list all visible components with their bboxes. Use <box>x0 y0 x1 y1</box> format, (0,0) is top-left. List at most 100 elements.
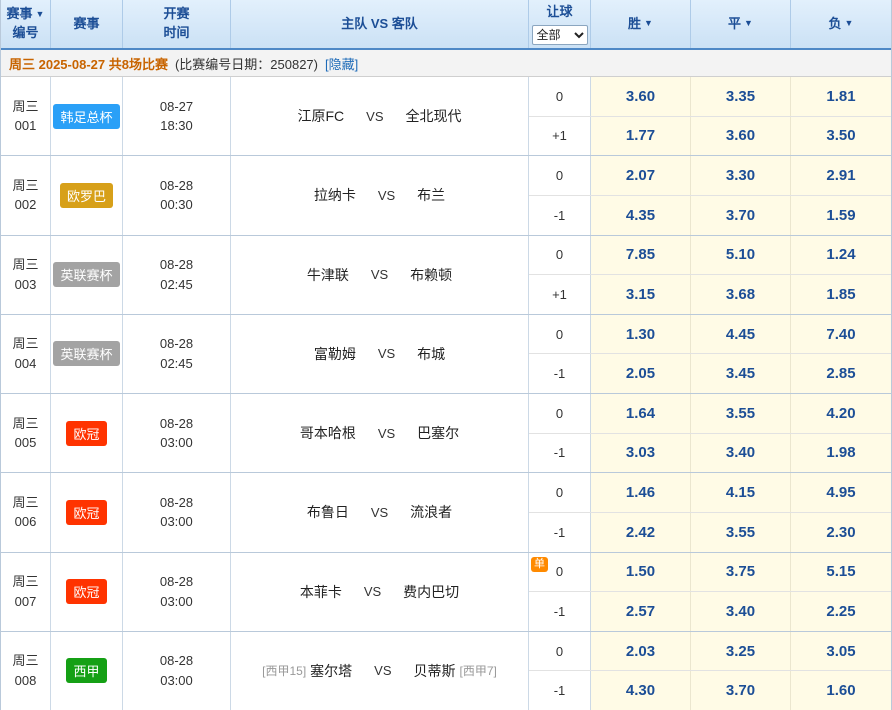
filter-arrow-icon: ▼ <box>845 17 854 30</box>
league-badge[interactable]: 欧冠 <box>66 579 106 604</box>
league-badge[interactable]: 西甲 <box>66 658 106 683</box>
odds-row: 0 1.64 3.55 4.20 <box>529 394 891 434</box>
vs-label: VS <box>378 188 395 203</box>
match-date: 08-28 <box>160 572 193 592</box>
teams-cell: 江原FC VS 全北现代 <box>231 77 529 155</box>
league-badge[interactable]: 欧罗巴 <box>60 183 113 208</box>
odds-win-cell[interactable]: 2.03 <box>591 632 691 671</box>
odds-win-cell[interactable]: 7.85 <box>591 236 691 275</box>
hide-link[interactable]: [隐藏] <box>325 54 358 73</box>
odds-lose-cell[interactable]: 3.50 <box>791 117 891 156</box>
header-match-number[interactable]: 赛事 ▼ 编号 <box>1 0 51 48</box>
match-day: 周三 <box>12 572 38 592</box>
league-badge[interactable]: 欧冠 <box>66 421 106 446</box>
handicap-filter-select[interactable]: 全部 <box>532 25 588 45</box>
odds-draw-cell[interactable]: 3.45 <box>691 354 791 393</box>
handicap-value: 0 <box>556 89 563 104</box>
odds-win-cell[interactable]: 2.07 <box>591 156 691 195</box>
odds-win-cell[interactable]: 3.60 <box>591 77 691 116</box>
odds-draw-cell[interactable]: 3.68 <box>691 275 791 314</box>
odds-lose-cell[interactable]: 1.85 <box>791 275 891 314</box>
odds-lose-cell[interactable]: 1.98 <box>791 434 891 473</box>
odds-win-cell[interactable]: 3.15 <box>591 275 691 314</box>
odds-lose-cell[interactable]: 5.15 <box>791 553 891 592</box>
odds-win-cell[interactable]: 1.77 <box>591 117 691 156</box>
odds-win-cell[interactable]: 1.46 <box>591 473 691 512</box>
odds-draw-cell[interactable]: 3.40 <box>691 592 791 631</box>
odds-lose: 5.15 <box>826 563 855 580</box>
odds-win-cell[interactable]: 1.50 <box>591 553 691 592</box>
odds-win-cell[interactable]: 1.30 <box>591 315 691 354</box>
odds-draw-cell[interactable]: 3.25 <box>691 632 791 671</box>
odds-win-cell[interactable]: 4.35 <box>591 196 691 235</box>
handicap-cell: -1 <box>529 354 591 393</box>
odds-lose: 7.40 <box>826 326 855 343</box>
header-teams: 主队 VS 客队 <box>231 0 529 48</box>
odds-draw-cell[interactable]: 3.55 <box>691 513 791 552</box>
odds-win: 2.07 <box>626 167 655 184</box>
odds-win: 2.05 <box>626 365 655 382</box>
odds-lose-cell[interactable]: 4.20 <box>791 394 891 433</box>
match-row: 周三 006 欧冠 08-28 03:00 布鲁日 VS 流浪者 <box>1 473 891 552</box>
odds-win: 3.60 <box>626 88 655 105</box>
odds-win-cell[interactable]: 2.05 <box>591 354 691 393</box>
odds-draw-cell[interactable]: 3.55 <box>691 394 791 433</box>
odds-draw-cell[interactable]: 3.30 <box>691 156 791 195</box>
odds-draw-cell[interactable]: 3.75 <box>691 553 791 592</box>
odds-lose-cell[interactable]: 1.60 <box>791 671 891 710</box>
match-row: 周三 008 西甲 08-28 03:00 [西甲15] 塞尔塔 VS 贝蒂斯 … <box>1 632 891 710</box>
odds-draw-cell[interactable]: 3.70 <box>691 671 791 710</box>
odds-win-cell[interactable]: 1.64 <box>591 394 691 433</box>
odds-lose-cell[interactable]: 1.59 <box>791 196 891 235</box>
handicap-cell: +1 <box>529 117 591 156</box>
odds-row: -1 3.03 3.40 1.98 <box>529 434 891 473</box>
odds-draw-cell[interactable]: 3.60 <box>691 117 791 156</box>
odds-draw: 3.55 <box>726 405 755 422</box>
home-team: 牛津联 <box>307 265 349 285</box>
odds-win-cell[interactable]: 4.30 <box>591 671 691 710</box>
odds-lose-cell[interactable]: 2.85 <box>791 354 891 393</box>
odds-win-cell[interactable]: 2.57 <box>591 592 691 631</box>
odds-win-cell[interactable]: 3.03 <box>591 434 691 473</box>
odds-win: 7.85 <box>626 246 655 263</box>
handicap-value: 0 <box>556 485 563 500</box>
odds-win: 3.03 <box>626 444 655 461</box>
odds-draw-cell[interactable]: 5.10 <box>691 236 791 275</box>
odds-lose: 1.59 <box>826 207 855 224</box>
vs-label: VS <box>378 346 395 361</box>
league-cell: 西甲 <box>51 632 123 710</box>
handicap-value: -1 <box>554 366 566 381</box>
odds-draw-cell[interactable]: 3.40 <box>691 434 791 473</box>
match-row: 周三 005 欧冠 08-28 03:00 哥本哈根 VS 巴塞尔 <box>1 394 891 473</box>
header-lose[interactable]: 负 ▼ <box>791 0 891 48</box>
odds-lose-cell[interactable]: 2.25 <box>791 592 891 631</box>
league-badge[interactable]: 英联赛杯 <box>53 341 119 366</box>
odds-lose-cell[interactable]: 3.05 <box>791 632 891 671</box>
match-number: 003 <box>15 275 37 295</box>
odds-win-cell[interactable]: 2.42 <box>591 513 691 552</box>
match-number-cell: 周三 003 <box>1 236 51 314</box>
filter-arrow-icon: ▼ <box>644 17 653 30</box>
league-badge[interactable]: 韩足总杯 <box>53 104 119 129</box>
handicap-value: -1 <box>554 604 566 619</box>
match-time: 02:45 <box>160 275 193 295</box>
odds-draw-cell[interactable]: 3.70 <box>691 196 791 235</box>
odds-lose: 1.24 <box>826 246 855 263</box>
match-day: 周三 <box>12 414 38 434</box>
odds-lose-cell[interactable]: 4.95 <box>791 473 891 512</box>
odds-draw: 3.40 <box>726 603 755 620</box>
handicap-value: -1 <box>554 445 566 460</box>
odds-draw-cell[interactable]: 4.45 <box>691 315 791 354</box>
header-win[interactable]: 胜 ▼ <box>591 0 691 48</box>
odds-draw-cell[interactable]: 4.15 <box>691 473 791 512</box>
odds-lose-cell[interactable]: 2.91 <box>791 156 891 195</box>
odds-lose-cell[interactable]: 7.40 <box>791 315 891 354</box>
odds-lose-cell[interactable]: 1.24 <box>791 236 891 275</box>
odds-draw-cell[interactable]: 3.35 <box>691 77 791 116</box>
match-date: 08-28 <box>160 176 193 196</box>
league-badge[interactable]: 英联赛杯 <box>53 262 119 287</box>
header-draw[interactable]: 平 ▼ <box>691 0 791 48</box>
league-badge[interactable]: 欧冠 <box>66 500 106 525</box>
odds-lose-cell[interactable]: 1.81 <box>791 77 891 116</box>
odds-lose-cell[interactable]: 2.30 <box>791 513 891 552</box>
